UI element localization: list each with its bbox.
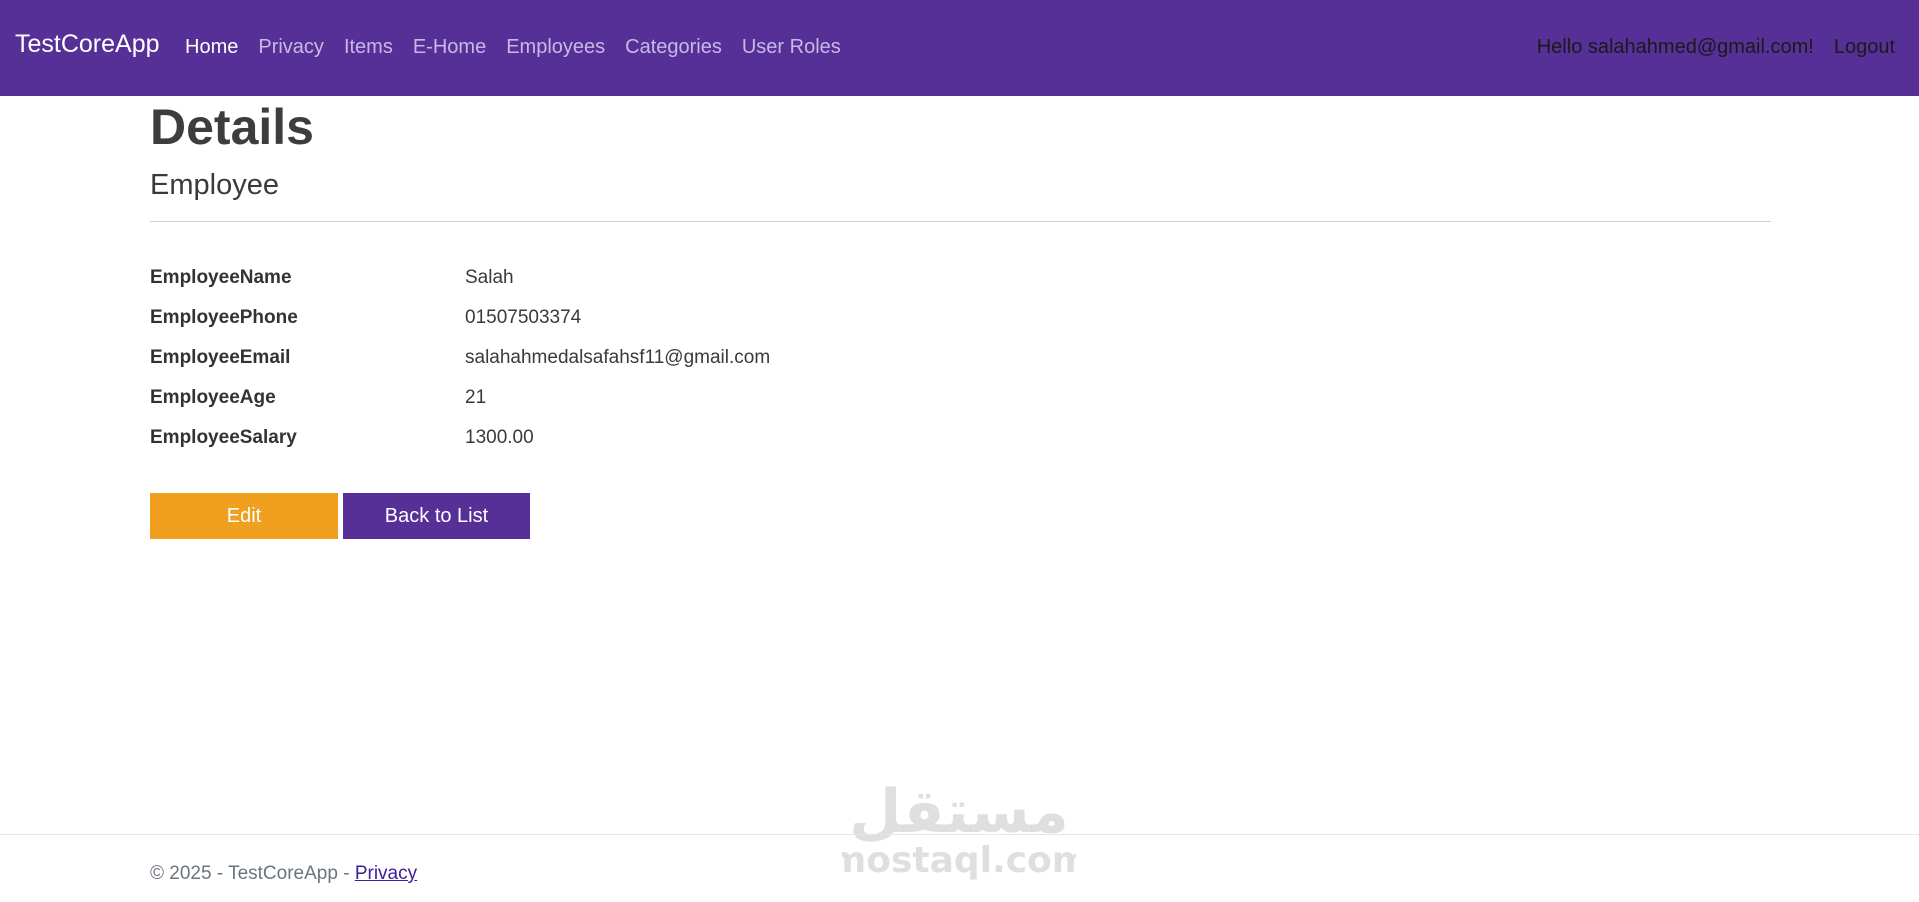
user-greeting[interactable]: Hello salahahmed@gmail.com!	[1537, 36, 1814, 59]
detail-value: 21	[465, 387, 487, 408]
nav-link-e-home[interactable]: E-Home	[413, 36, 486, 59]
footer-text: © 2025 - TestCoreApp - Privacy	[150, 863, 417, 885]
nav-link-items[interactable]: Items	[344, 36, 393, 59]
nav-link-home[interactable]: Home	[185, 36, 238, 59]
employee-details: EmployeeName Salah EmployeePhone 0150750…	[150, 258, 1050, 458]
logout-button[interactable]: Logout	[1834, 36, 1895, 59]
footer-copyright: © 2025 - TestCoreApp -	[150, 863, 355, 884]
detail-row-employee-age: EmployeeAge 21	[150, 378, 1050, 418]
detail-value: Salah	[465, 267, 514, 288]
footer-privacy-link[interactable]: Privacy	[355, 863, 417, 884]
detail-value: 01507503374	[465, 307, 582, 328]
detail-row-employee-email: EmployeeEmail salahahmedalsafahsf11@gmai…	[150, 338, 1050, 378]
detail-value: salahahmedalsafahsf11@gmail.com	[465, 347, 771, 368]
detail-row-employee-phone: EmployeePhone 01507503374	[150, 298, 1050, 338]
nav-link-user-roles[interactable]: User Roles	[742, 36, 841, 59]
page-footer: © 2025 - TestCoreApp - Privacy	[0, 834, 1919, 902]
nav-link-privacy[interactable]: Privacy	[258, 36, 324, 59]
detail-row-employee-name: EmployeeName Salah	[150, 258, 1050, 298]
detail-label: EmployeePhone	[150, 307, 298, 328]
page-title: Details	[150, 99, 314, 155]
detail-row-employee-salary: EmployeeSalary 1300.00	[150, 418, 1050, 458]
divider	[150, 221, 1771, 222]
detail-label: EmployeeAge	[150, 387, 276, 408]
back-to-list-button[interactable]: Back to List	[343, 493, 530, 539]
detail-label: EmployeeEmail	[150, 347, 291, 368]
nav-link-categories[interactable]: Categories	[625, 36, 722, 59]
detail-label: EmployeeName	[150, 267, 292, 288]
detail-value: 1300.00	[465, 427, 534, 448]
brand-link[interactable]: TestCoreApp	[15, 30, 160, 59]
nav-links: Home Privacy Items E-Home Employees Cate…	[185, 36, 841, 59]
top-navbar: TestCoreApp Home Privacy Items E-Home Em…	[0, 0, 1919, 96]
detail-label: EmployeeSalary	[150, 427, 297, 448]
nav-link-employees[interactable]: Employees	[506, 36, 605, 59]
nav-user-area: Hello salahahmed@gmail.com! Logout	[1537, 36, 1895, 59]
page-subtitle: Employee	[150, 169, 279, 201]
edit-button[interactable]: Edit	[150, 493, 338, 539]
action-buttons: Edit Back to List	[150, 493, 530, 539]
